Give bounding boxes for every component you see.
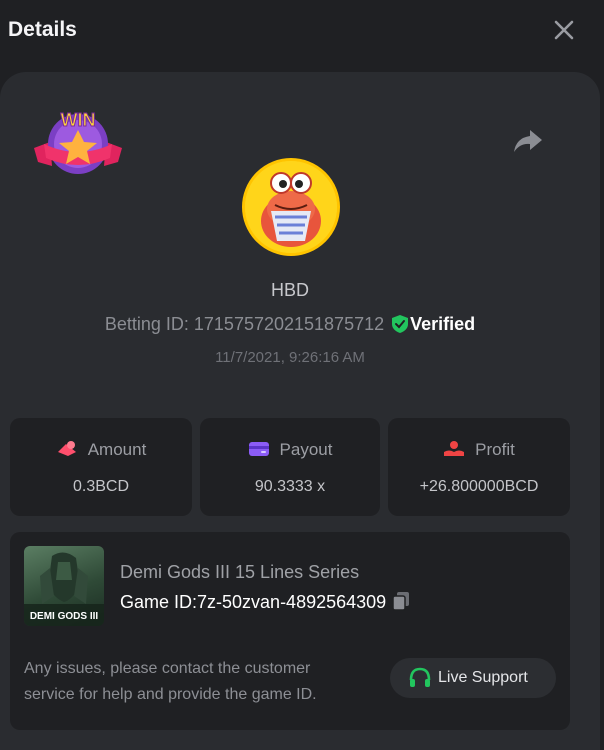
page-title: Details <box>8 18 77 41</box>
verified-label: Verified <box>410 314 476 334</box>
live-support-button[interactable]: Live Support <box>390 658 556 698</box>
stat-label-amount-text: Amount <box>87 440 147 459</box>
close-button[interactable] <box>552 18 576 42</box>
wallet-icon <box>248 442 269 456</box>
game-thumb-text: DEMI GODS III <box>30 611 99 622</box>
avatar <box>242 158 340 256</box>
stat-label-profit: Profit <box>388 440 570 460</box>
game-id-row: Game ID:7z-50zvan-4892564309 <box>120 591 410 613</box>
stat-label-amount: Amount <box>10 440 192 460</box>
stat-value-amount: 0.3BCD <box>72 478 130 495</box>
details-panel: WIN HBD Betting ID: 1715757202151875712 … <box>0 72 600 750</box>
game-thumbnail[interactable]: DEMI GODS III <box>24 546 104 626</box>
help-text: Any issues, please contact the customer … <box>24 660 317 703</box>
stat-label-payout-text: Payout <box>279 440 333 459</box>
live-support-label: Live Support <box>438 669 528 686</box>
headset-icon <box>409 667 431 687</box>
game-name: Demi Gods III 15 Lines Series <box>120 562 360 582</box>
stat-card-amount: Amount 0.3BCD <box>10 418 192 516</box>
win-badge-text: WIN <box>61 110 96 130</box>
copy-icon[interactable] <box>392 591 410 611</box>
stat-value-profit: +26.800000BCD <box>419 478 539 495</box>
shield-check-icon <box>392 315 409 333</box>
betting-id: Betting ID: 1715757202151875712 <box>104 314 385 334</box>
game-card: DEMI GODS III Demi Gods III 15 Lines Ser… <box>10 532 570 730</box>
coins-icon <box>57 441 76 456</box>
share-icon <box>514 130 542 152</box>
win-badge: WIN <box>30 108 126 180</box>
betting-id-row: Betting ID: 1715757202151875712 Verified <box>0 314 580 335</box>
stat-label-profit-text: Profit <box>475 440 515 459</box>
stat-card-profit: Profit +26.800000BCD <box>388 418 570 516</box>
scrollbar-track[interactable] <box>600 72 604 750</box>
game-id: Game ID:7z-50zvan-4892564309 <box>120 592 387 612</box>
share-button[interactable] <box>512 128 544 154</box>
stat-label-payout: Payout <box>200 440 380 460</box>
header: Details <box>0 0 604 64</box>
stat-card-payout: Payout 90.3333 x <box>200 418 380 516</box>
stat-value-payout: 90.3333 x <box>254 478 326 495</box>
bet-timestamp: 11/7/2021, 9:26:16 AM <box>215 349 365 366</box>
username: HBD <box>270 280 309 300</box>
close-icon <box>554 20 574 40</box>
profit-hand-icon <box>444 441 465 456</box>
